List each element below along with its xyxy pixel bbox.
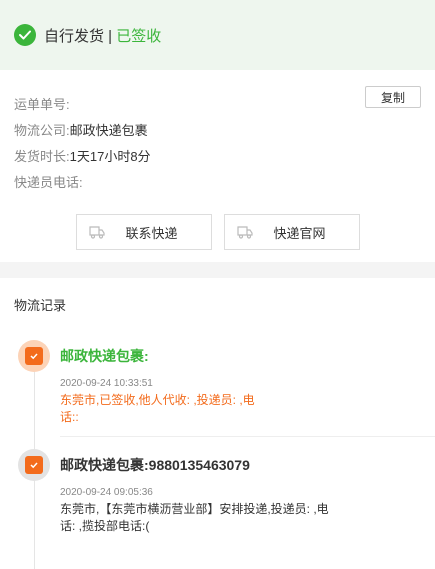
check-circle-icon <box>14 24 36 46</box>
records-title: 物流记录 <box>14 298 67 313</box>
courier-website-button[interactable]: 快递官网 <box>223 214 360 250</box>
contact-courier-button[interactable]: 联系快递 <box>75 214 212 250</box>
package-status-icon <box>18 340 50 372</box>
info-label: 物流公司: <box>14 122 70 138</box>
status-header: 自行发货 | 已签收 <box>0 0 435 70</box>
entry-description: 东莞市,【东莞市横沥营业部】安排投递,投递员: ,电 话: ,揽投部电话:( <box>60 501 421 535</box>
info-row-duration: 发货时长: 1天17小时8分 <box>14 142 421 168</box>
info-row-tracking: 运单单号: <box>14 90 421 116</box>
info-value: 1天17小时8分 <box>69 148 151 164</box>
action-buttons: 联系快递 快递官网 <box>14 214 421 250</box>
status-value: 已签收 <box>116 27 162 45</box>
info-label: 快递员电话: <box>14 174 83 190</box>
logistics-records: 物流记录 邮政快递包裹: 2020-09-24 10:33:51 东莞市,已签收… <box>0 278 435 569</box>
entry-desc-line: 话:: <box>60 410 79 424</box>
truck-icon <box>236 225 253 242</box>
timeline-entry: 邮政快递包裹: 2020-09-24 10:33:51 东莞市,已签收,他人代收… <box>0 340 435 426</box>
status-prefix: 自行发货 | <box>44 27 117 45</box>
entry-description: 东莞市,已签收,他人代收: ,投递员: ,电 话:: <box>60 392 421 426</box>
info-row-courier-phone: 快递员电话: <box>14 168 421 194</box>
info-row-company: 物流公司: 邮政快递包裹 <box>14 116 421 142</box>
entry-desc-line: 话: ,揽投部电话:( <box>60 519 150 533</box>
status-text: 自行发货 | 已签收 <box>44 25 161 46</box>
info-value: 邮政快递包裹 <box>69 122 148 138</box>
entry-divider <box>60 436 435 437</box>
copy-button[interactable]: 复制 <box>365 86 421 108</box>
package-status-icon <box>18 449 50 481</box>
entry-desc-line: 东莞市,已签收,他人代收: ,投递员: ,电 <box>60 393 255 407</box>
entry-title: 邮政快递包裹: <box>60 348 149 364</box>
info-label: 运单单号: <box>14 96 70 112</box>
truck-icon <box>88 225 105 242</box>
shipping-info: 复制 运单单号: 物流公司: 邮政快递包裹 发货时长: 1天17小时8分 快递员… <box>0 70 435 262</box>
info-label: 发货时长: <box>14 148 70 164</box>
entry-title: 邮政快递包裹:9880135463079 <box>60 457 250 473</box>
entry-desc-line: 东莞市,【东莞市横沥营业部】安排投递,投递员: ,电 <box>60 502 329 516</box>
timeline-entry: 邮政快递包裹:9880135463079 2020-09-24 09:05:36… <box>0 449 435 535</box>
entry-time: 2020-09-24 10:33:51 <box>60 378 153 389</box>
entry-time: 2020-09-24 09:05:36 <box>60 487 153 498</box>
